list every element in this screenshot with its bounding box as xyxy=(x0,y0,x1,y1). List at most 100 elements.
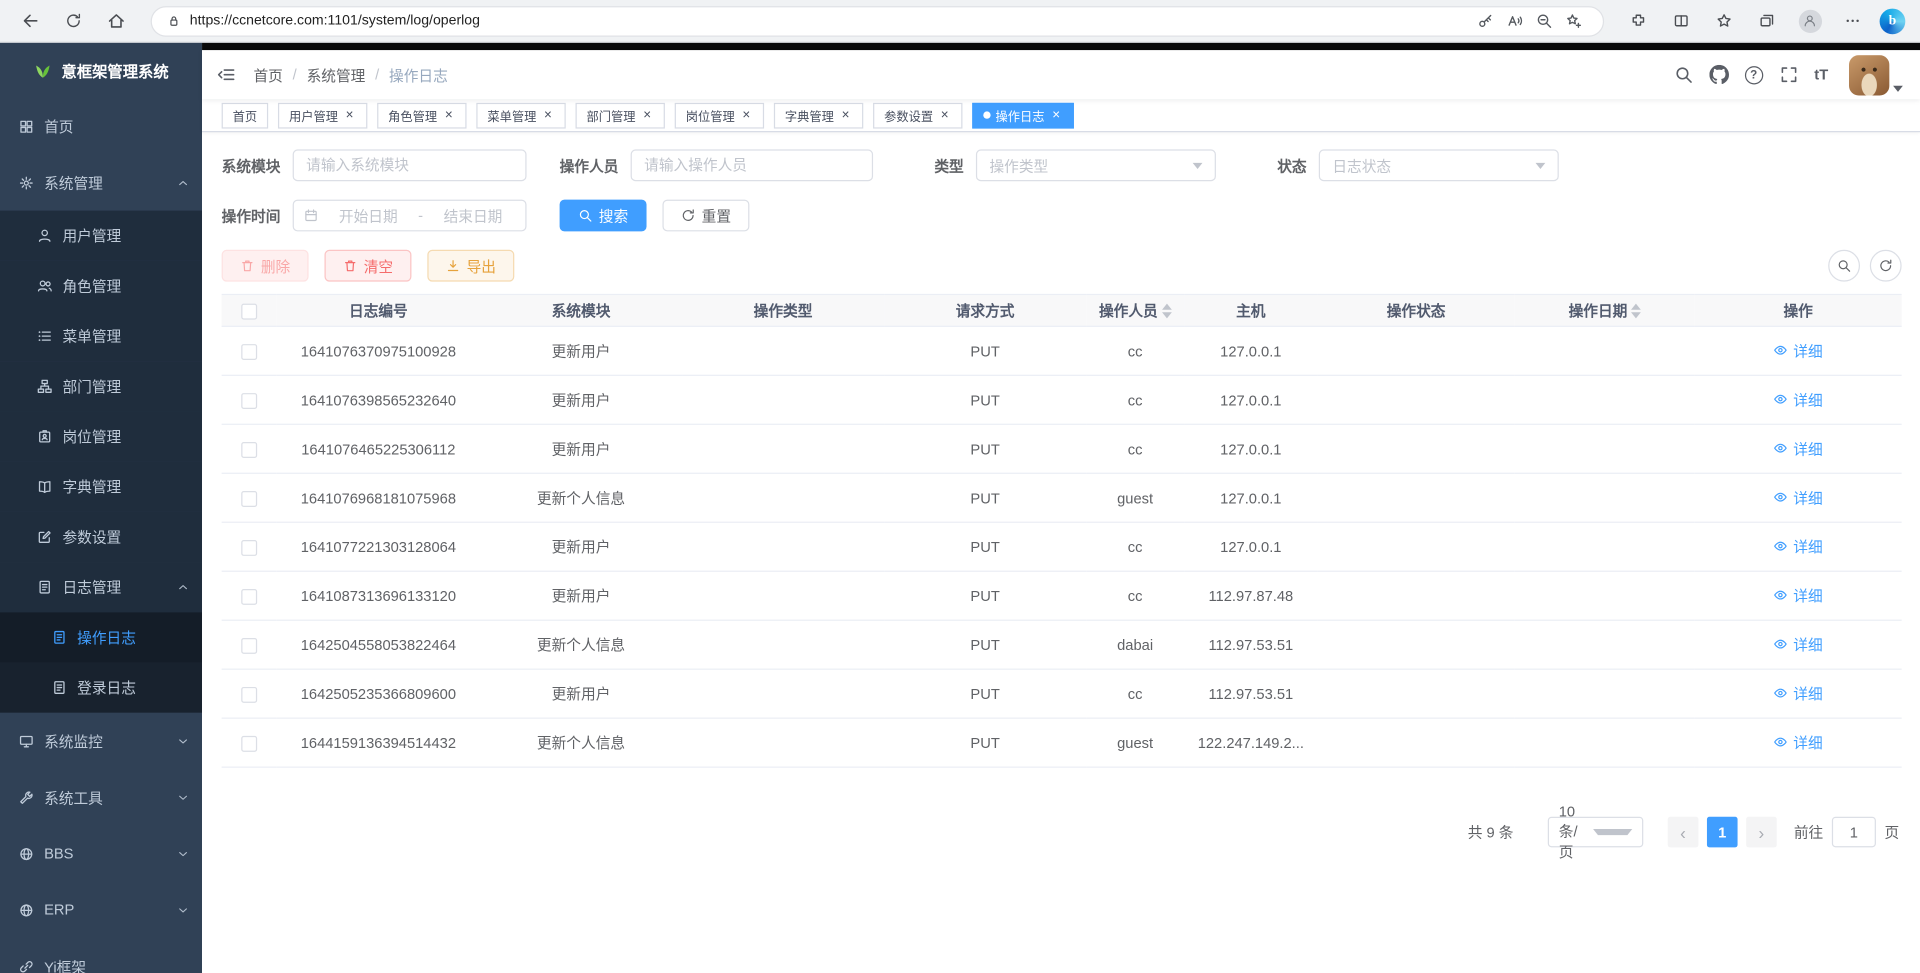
sidebar-item-users[interactable]: 用户管理 xyxy=(0,211,202,261)
row-checkbox[interactable] xyxy=(241,540,257,556)
tab-menu-management[interactable]: 菜单管理× xyxy=(476,102,565,128)
favorites-icon[interactable] xyxy=(1708,5,1740,37)
column-date[interactable]: 操作日期 xyxy=(1515,294,1695,326)
close-icon[interactable]: × xyxy=(343,108,356,121)
toggle-search-button[interactable] xyxy=(1828,250,1860,282)
collections-icon[interactable] xyxy=(1751,5,1783,37)
github-icon[interactable] xyxy=(1709,65,1729,85)
row-checkbox[interactable] xyxy=(241,442,257,458)
hamburger-icon[interactable] xyxy=(217,65,237,85)
row-checkbox[interactable] xyxy=(241,736,257,752)
tab-dictionary-management[interactable]: 字典管理× xyxy=(774,102,863,128)
row-checkbox[interactable] xyxy=(241,589,257,605)
row-checkbox[interactable] xyxy=(241,393,257,409)
close-icon[interactable]: × xyxy=(640,108,653,121)
next-page-button[interactable]: › xyxy=(1746,817,1777,848)
close-icon[interactable]: × xyxy=(1049,108,1062,121)
method: PUT xyxy=(970,734,999,751)
sidebar-item-menus[interactable]: 菜单管理 xyxy=(0,311,202,361)
zoom-icon[interactable] xyxy=(1529,6,1558,35)
split-screen-icon[interactable] xyxy=(1665,5,1697,37)
row-checkbox[interactable] xyxy=(241,491,257,507)
close-icon[interactable]: × xyxy=(442,108,455,121)
tab-department-management[interactable]: 部门管理× xyxy=(576,102,665,128)
help-icon[interactable]: ? xyxy=(1745,66,1763,84)
browser-profile-avatar[interactable] xyxy=(1794,5,1826,37)
tab-operation-log[interactable]: 操作日志× xyxy=(972,102,1074,128)
type-select[interactable]: 操作类型 xyxy=(976,149,1216,181)
password-key-icon[interactable] xyxy=(1471,6,1500,35)
module-input[interactable] xyxy=(293,149,527,181)
sidebar-item-log-management[interactable]: 日志管理 xyxy=(0,562,202,612)
reset-button[interactable]: 重置 xyxy=(662,200,749,232)
sidebar-item-departments[interactable]: 部门管理 xyxy=(0,361,202,411)
page-size-select[interactable]: 10条/页 xyxy=(1548,817,1644,848)
row-checkbox[interactable] xyxy=(241,687,257,703)
tab-parameter-settings[interactable]: 参数设置× xyxy=(873,102,962,128)
sidebar-item-monitoring[interactable]: 系统监控 xyxy=(0,713,202,769)
fullscreen-icon[interactable] xyxy=(1779,65,1799,85)
tab-post-management[interactable]: 岗位管理× xyxy=(675,102,764,128)
browser-back-button[interactable] xyxy=(15,5,47,37)
detail-link[interactable]: 详细 xyxy=(1774,340,1823,361)
detail-link[interactable]: 详细 xyxy=(1774,487,1823,508)
sidebar-item-bbs[interactable]: BBS xyxy=(0,825,202,881)
delete-button[interactable]: 删除 xyxy=(222,250,309,282)
row-checkbox[interactable] xyxy=(241,344,257,360)
sidebar-item-yi-framework[interactable]: Yi框架 xyxy=(0,938,202,973)
browser-refresh-button[interactable] xyxy=(58,5,90,37)
sidebar-item-login-log[interactable]: 登录日志 xyxy=(0,662,202,712)
tab-role-management[interactable]: 角色管理× xyxy=(377,102,466,128)
close-icon[interactable]: × xyxy=(740,108,753,121)
app-logo[interactable]: 意框架管理系统 xyxy=(0,43,202,98)
sidebar-item-tools[interactable]: 系统工具 xyxy=(0,769,202,825)
date-range-picker[interactable]: 开始日期 - 结束日期 xyxy=(293,200,527,232)
sidebar-item-system[interactable]: 系统管理 xyxy=(0,154,202,210)
clear-button[interactable]: 清空 xyxy=(325,250,412,282)
close-icon[interactable]: × xyxy=(839,108,852,121)
detail-link[interactable]: 详细 xyxy=(1774,634,1823,655)
export-button[interactable]: 导出 xyxy=(427,250,514,282)
search-button[interactable]: 搜索 xyxy=(560,200,647,232)
sidebar-item-roles[interactable]: 角色管理 xyxy=(0,261,202,311)
method: PUT xyxy=(970,587,999,604)
tab-home[interactable]: 首页 xyxy=(222,102,269,128)
breadcrumb-home[interactable]: 首页 xyxy=(253,64,282,85)
close-icon[interactable]: × xyxy=(541,108,554,121)
prev-page-button[interactable]: ‹ xyxy=(1668,817,1699,848)
tab-user-management[interactable]: 用户管理× xyxy=(278,102,367,128)
detail-link[interactable]: 详细 xyxy=(1774,536,1823,557)
sidebar-item-posts[interactable]: 岗位管理 xyxy=(0,411,202,461)
sidebar-item-dictionary[interactable]: 字典管理 xyxy=(0,462,202,512)
extensions-icon[interactable] xyxy=(1622,5,1654,37)
close-icon[interactable]: × xyxy=(938,108,951,121)
detail-link[interactable]: 详细 xyxy=(1774,438,1823,459)
detail-link[interactable]: 详细 xyxy=(1774,389,1823,410)
column-operator[interactable]: 操作人员 xyxy=(1086,294,1184,326)
sidebar-item-operation-log[interactable]: 操作日志 xyxy=(0,612,202,662)
select-all-checkbox[interactable] xyxy=(241,303,257,319)
copilot-icon[interactable]: b xyxy=(1880,8,1906,34)
address-bar[interactable]: https://ccnetcore.com:1101/system/log/op… xyxy=(151,6,1604,37)
row-checkbox[interactable] xyxy=(241,638,257,654)
status-select[interactable]: 日志状态 xyxy=(1319,149,1559,181)
add-favorite-icon[interactable] xyxy=(1559,6,1588,35)
refresh-table-button[interactable] xyxy=(1870,250,1902,282)
read-aloud-icon[interactable] xyxy=(1500,6,1529,35)
detail-link[interactable]: 详细 xyxy=(1774,585,1823,606)
sidebar-item-erp[interactable]: ERP xyxy=(0,882,202,938)
sidebar-item-parameters[interactable]: 参数设置 xyxy=(0,512,202,562)
font-size-icon[interactable]: tT xyxy=(1814,66,1828,83)
header-search-icon[interactable] xyxy=(1673,65,1693,85)
sidebar-item-home[interactable]: 首页 xyxy=(0,98,202,154)
page-number-1[interactable]: 1 xyxy=(1707,817,1738,848)
operator-input[interactable] xyxy=(631,149,873,181)
breadcrumb-system[interactable]: 系统管理 xyxy=(307,64,366,85)
browser-menu-icon[interactable] xyxy=(1837,5,1869,37)
detail-link[interactable]: 详细 xyxy=(1774,732,1823,753)
eye-icon xyxy=(1774,441,1789,456)
detail-link[interactable]: 详细 xyxy=(1774,683,1823,704)
browser-home-button[interactable] xyxy=(100,5,132,37)
goto-page-input[interactable] xyxy=(1832,817,1876,848)
user-avatar[interactable] xyxy=(1849,54,1903,94)
